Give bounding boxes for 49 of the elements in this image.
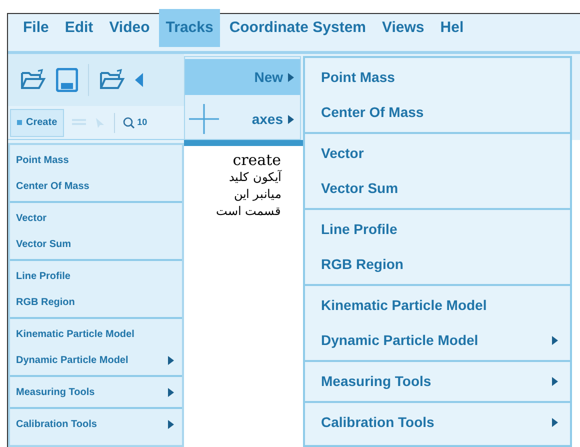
zoom-icon[interactable]	[123, 116, 136, 128]
menu-item[interactable]: Hel	[433, 9, 471, 47]
menu-item[interactable]: Dynamic Particle Model	[305, 323, 570, 358]
zoom-value: 10	[137, 116, 148, 129]
menu-item[interactable]: Vector	[10, 205, 182, 231]
submenu-arrow-icon	[288, 72, 294, 82]
menu-item[interactable]: Dynamic Particle Model	[10, 347, 182, 373]
menu-item[interactable]: Vector Sum	[10, 231, 182, 257]
annotation-text: قسمت است	[216, 203, 281, 220]
submenu-arrow-icon	[168, 388, 174, 396]
menu-item[interactable]: Views	[375, 9, 432, 47]
menu-item[interactable]: Measuring Tools	[305, 364, 570, 399]
menu-item[interactable]: Tracks	[158, 9, 220, 47]
submenu-arrow-icon	[552, 336, 558, 345]
plus-icon	[189, 104, 219, 134]
menu-item[interactable]: Kinematic Particle Model	[10, 321, 182, 347]
menu-item[interactable]: axes	[185, 101, 300, 137]
submenu-arrow-icon	[552, 418, 558, 427]
menu-item[interactable]: RGB Region	[10, 289, 182, 315]
submenu-arrow-icon	[288, 114, 294, 124]
menu-item[interactable]: Video	[102, 9, 157, 47]
open-folder-icon[interactable]	[99, 69, 125, 91]
submenu-arrow-icon	[168, 356, 174, 364]
menu-item[interactable]: Kinematic Particle Model	[305, 288, 570, 323]
menu-item[interactable]: File	[16, 9, 56, 47]
save-icon[interactable]	[56, 68, 78, 92]
menu-item[interactable]: Vector Sum	[305, 171, 570, 206]
annotation-text: آیکون کلید	[229, 169, 281, 186]
menu-item[interactable]: Center Of Mass	[10, 173, 182, 199]
menu-item[interactable]: New	[185, 59, 300, 95]
menu-item[interactable]: Line Profile	[10, 263, 182, 289]
menu-item[interactable]: Calibration Tools	[10, 411, 182, 437]
create-button[interactable]: Create	[10, 108, 64, 136]
annotation-text: create	[232, 152, 281, 169]
submenu-arrow-icon	[168, 420, 174, 428]
menu-item[interactable]: Coordinate System	[222, 9, 374, 47]
menu-item[interactable]: Line Profile	[305, 212, 570, 247]
menu-item[interactable]: RGB Region	[305, 247, 570, 282]
menu-item[interactable]: Point Mass	[305, 60, 570, 95]
menu-item[interactable]: Center Of Mass	[305, 95, 570, 130]
menu-item[interactable]: Point Mass	[10, 147, 182, 173]
menu-item[interactable]: Measuring Tools	[10, 379, 182, 405]
annotation-text: میانبر این	[234, 186, 281, 203]
open-folder-icon[interactable]	[20, 69, 46, 91]
menu-item[interactable]: Vector	[305, 136, 570, 171]
arrow-icon[interactable]	[135, 73, 143, 87]
menu-item[interactable]: Calibration Tools	[305, 405, 570, 440]
submenu-arrow-icon	[552, 377, 558, 386]
menu-item[interactable]: Edit	[58, 9, 100, 47]
